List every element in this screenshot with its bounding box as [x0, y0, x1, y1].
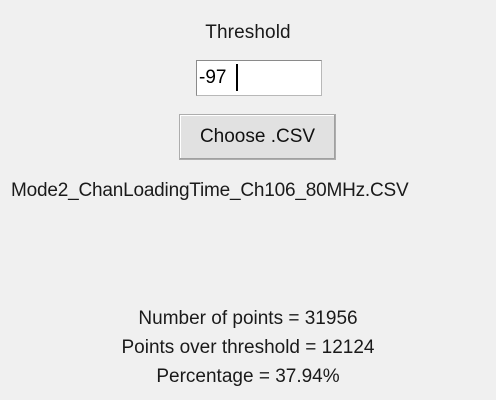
threshold-input[interactable]	[196, 60, 322, 96]
choose-csv-button[interactable]: Choose .CSV	[179, 114, 336, 160]
selected-file-name: Mode2_ChanLoadingTime_Ch106_80MHz.CSV	[11, 180, 409, 201]
app-window: Threshold Choose .CSV Mode2_ChanLoadingT…	[0, 0, 496, 400]
threshold-label: Threshold	[205, 22, 291, 43]
number-of-points-text: Number of points = 31956	[138, 308, 358, 329]
points-over-threshold-text: Points over threshold = 12124	[121, 337, 375, 358]
percentage-text: Percentage = 37.94%	[156, 366, 340, 387]
text-caret	[236, 64, 238, 91]
